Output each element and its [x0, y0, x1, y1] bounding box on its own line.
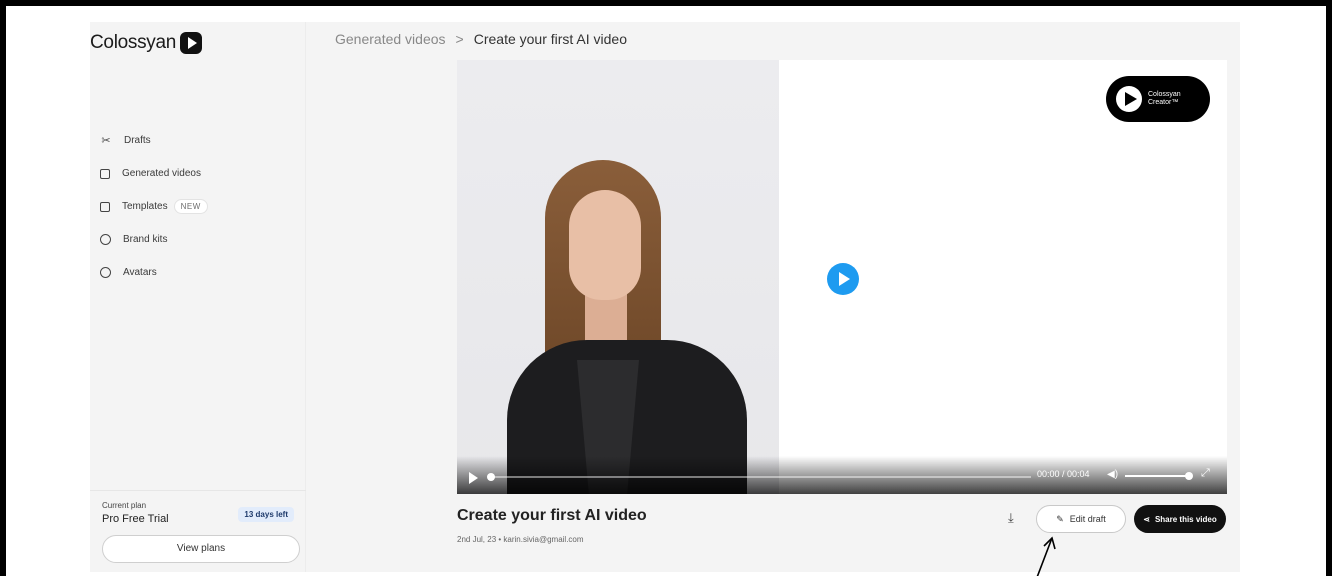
play-button-icon[interactable] — [827, 263, 859, 295]
brand-logo[interactable]: Colossyan — [90, 32, 203, 54]
time-readout: 00:00 / 00:04 — [1037, 469, 1090, 479]
edit-draft-button[interactable]: ✎ Edit draft — [1036, 505, 1126, 533]
sidebar-item-label: Brand kits — [123, 234, 168, 245]
app-window: Colossyan ✂ Drafts Generated videos Temp… — [90, 22, 1240, 572]
fullscreen-icon[interactable]: ⤢ — [1201, 467, 1210, 480]
watermark-line2: Creator™ — [1148, 99, 1179, 106]
share-label: Share this video — [1154, 514, 1217, 524]
share-video-button[interactable]: ⋖ Share this video — [1134, 505, 1226, 533]
main-content: Generated videos > Create your first AI … — [306, 22, 1240, 572]
sidebar-item-label: Generated videos — [122, 168, 201, 179]
screenshot-frame: Colossyan ✂ Drafts Generated videos Temp… — [6, 6, 1326, 576]
scissors-icon: ✂ — [101, 134, 111, 147]
watermark-play-icon — [1116, 86, 1142, 112]
download-icon[interactable]: ⤓ — [1008, 510, 1014, 526]
sidebar-item-avatars[interactable]: Avatars — [100, 256, 208, 289]
video-player[interactable]: Colossyan Creator™ 00:00 / 00:04 ◀) ⤢ — [457, 60, 1227, 494]
volume-slider[interactable] — [1125, 472, 1193, 480]
volume-knob[interactable] — [1185, 472, 1193, 480]
player-controls: 00:00 / 00:04 ◀) ⤢ — [457, 456, 1227, 494]
new-badge: NEW — [173, 199, 208, 214]
watermark-line1: Colossyan — [1148, 91, 1181, 98]
progress-knob[interactable] — [487, 473, 495, 481]
breadcrumb-separator: > — [455, 31, 464, 47]
volume-icon[interactable]: ◀) — [1107, 469, 1118, 480]
video-meta: 2nd Jul, 23 • karin.sivia@gmail.com — [457, 535, 584, 544]
view-plans-button[interactable]: View plans — [102, 535, 300, 563]
video-title: Create your first AI video — [457, 507, 647, 524]
breadcrumb-parent[interactable]: Generated videos — [335, 31, 446, 47]
sidebar: Colossyan ✂ Drafts Generated videos Temp… — [90, 22, 306, 572]
video-archive-icon — [100, 168, 110, 179]
share-icon: ⋖ — [1143, 514, 1150, 524]
edit-draft-label: Edit draft — [1069, 514, 1106, 524]
sidebar-item-label: Avatars — [123, 267, 157, 278]
sidebar-item-label: Drafts — [124, 135, 151, 146]
sidebar-item-brand-kits[interactable]: Brand kits — [100, 223, 208, 256]
logo-play-icon — [180, 32, 203, 54]
presenter-face — [569, 190, 641, 300]
annotation-arrow-icon — [1036, 536, 1056, 576]
sidebar-item-templates[interactable]: Templates NEW — [100, 190, 208, 223]
sidebar-item-generated-videos[interactable]: Generated videos — [100, 157, 208, 190]
template-icon — [100, 201, 110, 212]
video-background-panel — [457, 60, 779, 494]
days-left-badge: 13 days left — [238, 507, 294, 522]
plan-panel: Current plan Pro Free Trial 13 days left… — [90, 490, 306, 572]
brand-name: Colossyan — [90, 32, 177, 53]
sidebar-item-label: Templates — [122, 201, 168, 212]
brand-kit-icon — [100, 234, 111, 245]
progress-bar[interactable] — [487, 473, 1031, 481]
breadcrumb: Generated videos > Create your first AI … — [335, 31, 627, 47]
sidebar-item-drafts[interactable]: ✂ Drafts — [100, 124, 208, 157]
sidebar-nav: ✂ Drafts Generated videos Templates NEW … — [100, 124, 208, 289]
avatar-icon — [100, 267, 111, 278]
play-icon[interactable] — [469, 472, 478, 484]
watermark-logo: Colossyan Creator™ — [1106, 76, 1210, 122]
pencil-icon: ✎ — [1056, 513, 1064, 524]
breadcrumb-current: Create your first AI video — [473, 31, 628, 47]
